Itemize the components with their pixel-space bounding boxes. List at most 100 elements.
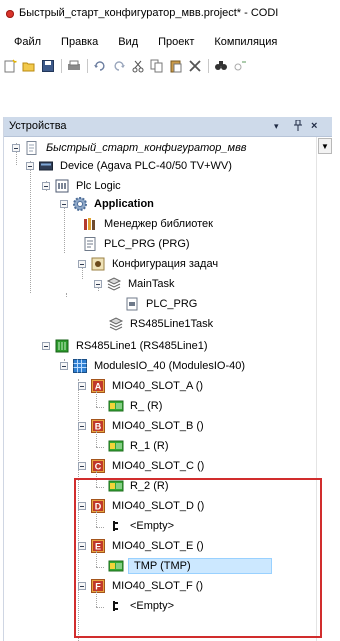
tree-label-plc-logic: Plc Logic — [76, 180, 121, 192]
tree-item-slot[interactable]: A MIO40_SLOT_A () — [78, 377, 205, 395]
task-icon — [106, 276, 122, 292]
delete-icon[interactable] — [188, 59, 202, 73]
tree-item-slot-child[interactable]: <Empty> — [108, 597, 176, 615]
tree-item-project[interactable]: Быстрый_старт_конфигуратор_мвв — [12, 139, 249, 157]
svg-text:A: A — [95, 382, 102, 392]
tree-item-plc-logic[interactable]: Plc Logic — [42, 177, 123, 195]
panel-pin-icon[interactable] — [294, 119, 302, 134]
tree-label-device: Device (Agava PLC-40/50 TV+WV) — [60, 160, 232, 172]
slot-letter-icon: E — [90, 538, 106, 554]
tree-item-main-task[interactable]: MainTask — [94, 275, 176, 293]
slot-letter-icon: B — [90, 418, 106, 434]
tree-label-rs485-task: RS485Line1Task — [130, 318, 214, 330]
slot-letter-icon: D — [90, 498, 106, 514]
open-icon[interactable] — [22, 59, 36, 73]
tree-item-slot-child[interactable]: R_1 (R) — [108, 437, 171, 455]
collapse-toggle-icon[interactable] — [78, 502, 86, 510]
panel-dropdown-icon[interactable]: ▾ — [274, 121, 279, 132]
svg-text:F: F — [95, 582, 101, 592]
tree-label-slot: MIO40_SLOT_C () — [112, 460, 205, 472]
slot-letter-icon: F — [90, 578, 106, 594]
tree-label-slot-child: R_1 (R) — [130, 440, 169, 452]
title-bar: Быстрый_старт_конфигуратор_мвв.project* … — [0, 0, 340, 28]
print-icon[interactable] — [67, 59, 81, 73]
task-icon — [108, 316, 124, 332]
collapse-toggle-icon[interactable] — [78, 462, 86, 470]
tree-item-task-config[interactable]: Конфигурация задач — [78, 255, 220, 273]
rs485-module-icon — [54, 338, 70, 354]
find-icon[interactable] — [214, 59, 228, 73]
svg-text:D: D — [95, 502, 102, 512]
collapse-toggle-icon[interactable] — [94, 280, 102, 288]
empty-slot-plug-icon — [108, 598, 124, 614]
tree-item-slot-child[interactable]: TMP (TMP) — [108, 557, 272, 575]
cut-icon[interactable] — [131, 59, 145, 73]
menu-project[interactable]: Проект — [158, 33, 194, 53]
tree-item-slot[interactable]: D MIO40_SLOT_D () — [78, 497, 206, 515]
collapse-toggle-icon[interactable] — [78, 382, 86, 390]
tree-label-slot: MIO40_SLOT_D () — [112, 500, 205, 512]
tree-item-slot[interactable]: C MIO40_SLOT_C () — [78, 457, 206, 475]
menu-build[interactable]: Компиляция — [214, 33, 277, 53]
copy-icon[interactable] — [150, 59, 164, 73]
tree-item-slot-child[interactable]: R_ (R) — [108, 397, 164, 415]
tree-label-main-task: MainTask — [128, 278, 175, 290]
paste-icon[interactable] — [169, 59, 183, 73]
tree-item-rs485-task[interactable]: RS485Line1Task — [108, 315, 215, 333]
tree-label-rs485-line: RS485Line1 (RS485Line1) — [76, 340, 208, 352]
tree-item-modules-io[interactable]: ModulesIO_40 (ModulesIO-40) — [60, 357, 247, 375]
io-channel-module-icon — [108, 398, 124, 414]
menu-edit[interactable]: Правка — [61, 33, 98, 53]
tree-item-slot[interactable]: E MIO40_SLOT_E () — [78, 537, 206, 555]
tree-item-application[interactable]: Application — [60, 195, 156, 213]
collapse-toggle-icon[interactable] — [78, 260, 86, 268]
plc-logic-icon — [54, 178, 70, 194]
slot-letter-icon: C — [90, 458, 106, 474]
tree-label-slot: MIO40_SLOT_A () — [112, 380, 204, 392]
device-tree: Быстрый_старт_конфигуратор_мвв Device (A… — [4, 137, 316, 641]
io-channel-module-icon — [108, 478, 124, 494]
collapse-toggle-icon[interactable] — [42, 182, 50, 190]
tree-label-slot-child: R_2 (R) — [130, 480, 169, 492]
tree-item-slot[interactable]: F MIO40_SLOT_F () — [78, 577, 205, 595]
tree-label-application: Application — [94, 198, 154, 210]
tree-item-library-manager[interactable]: Менеджер библиотек — [82, 215, 215, 233]
collapse-toggle-icon[interactable] — [78, 422, 86, 430]
library-books-icon — [82, 216, 98, 232]
replace-icon[interactable] — [233, 59, 247, 73]
tree-item-slot-child[interactable]: <Empty> — [108, 517, 176, 535]
tree-label-main-task-prg: PLC_PRG — [146, 298, 198, 310]
menu-file[interactable]: Файл — [14, 33, 41, 53]
new-project-icon[interactable] — [3, 59, 17, 73]
svg-text:B: B — [95, 422, 102, 432]
codesys-app-icon — [6, 10, 14, 18]
tree-scrollbar[interactable]: ▼ — [316, 137, 332, 641]
collapse-toggle-icon[interactable] — [26, 162, 34, 170]
io-channel-module-icon — [108, 438, 124, 454]
tree-label-modules-io: ModulesIO_40 (ModulesIO-40) — [94, 360, 246, 372]
collapse-toggle-icon[interactable] — [12, 144, 20, 152]
tree-item-device[interactable]: Device (Agava PLC-40/50 TV+WV) — [26, 157, 234, 175]
collapse-toggle-icon[interactable] — [42, 342, 50, 350]
tree-item-main-task-prg[interactable]: PLC_PRG — [124, 295, 199, 313]
toolbar-separator — [208, 59, 209, 73]
tree-item-rs485-line[interactable]: RS485Line1 (RS485Line1) — [42, 337, 209, 355]
menu-view[interactable]: Вид — [118, 33, 138, 53]
tree-label-slot-child: <Empty> — [130, 600, 175, 612]
tree-item-slot[interactable]: B MIO40_SLOT_B () — [78, 417, 206, 435]
save-icon[interactable] — [41, 59, 55, 73]
collapse-toggle-icon[interactable] — [60, 362, 68, 370]
undo-icon[interactable] — [93, 59, 107, 73]
panel-close-icon[interactable]: × — [311, 120, 317, 132]
collapse-toggle-icon[interactable] — [60, 200, 68, 208]
collapse-toggle-icon[interactable] — [78, 582, 86, 590]
device-icon — [38, 158, 54, 174]
collapse-toggle-icon[interactable] — [78, 542, 86, 550]
tree-item-slot-child[interactable]: R_2 (R) — [108, 477, 171, 495]
redo-icon[interactable] — [112, 59, 126, 73]
empty-slot-plug-icon — [108, 518, 124, 534]
devices-panel-header: Устройства ▾ × — [4, 117, 332, 137]
task-config-icon — [90, 256, 106, 272]
tree-item-plc-prg[interactable]: PLC_PRG (PRG) — [82, 235, 192, 253]
scroll-down-icon[interactable]: ▼ — [318, 138, 332, 154]
